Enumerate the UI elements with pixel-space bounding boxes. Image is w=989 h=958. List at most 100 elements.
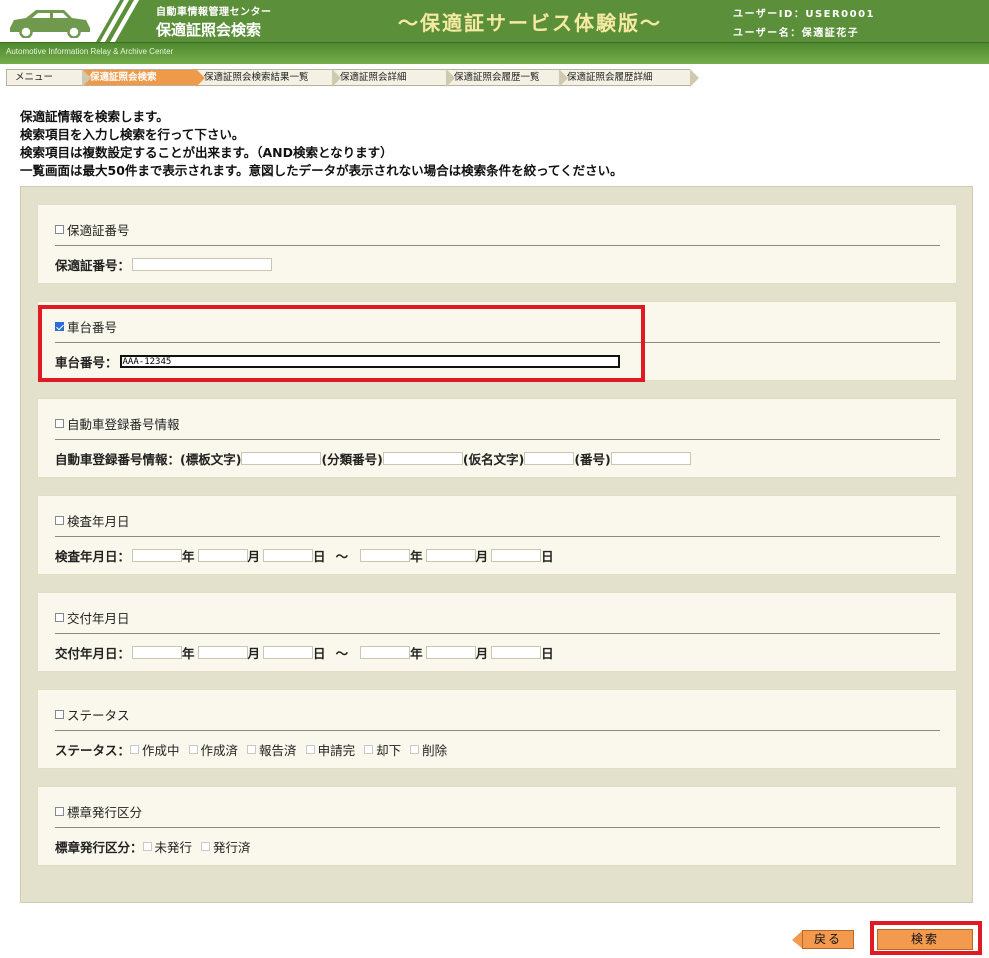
month-unit: 月 [475,549,489,564]
status-option[interactable]: 却下 [364,740,401,759]
status-option-label: 報告済 [259,743,297,758]
intro-line: 保適証情報を検索します。 [20,109,169,124]
section-header: 検査年月日 [55,511,130,530]
cert-no-label: 保適証番号： [55,258,131,273]
section-row: ステータス： 作成中 作成済 報告済 申請完 却下 削除 [55,740,456,759]
status-option-checkbox[interactable] [305,745,315,754]
section-header: ステータス [55,705,130,724]
registration-checkbox[interactable] [55,419,64,428]
section-title: 交付年月日 [67,611,130,626]
inspection-from-month-input[interactable] [197,549,248,562]
range-tilde: ～ [335,549,349,564]
status-option[interactable]: 作成済 [188,740,239,759]
kana-chars-input[interactable] [524,452,575,465]
issue-from-day-input[interactable] [263,646,314,659]
badge-option-checkbox[interactable] [201,842,211,851]
cert-no-input[interactable] [132,258,273,271]
status-option[interactable]: 報告済 [247,740,297,759]
inspection-date-label: 検査年月日： [55,549,131,564]
issue-date-checkbox[interactable] [55,613,64,622]
section-cert-no: 保適証番号 保適証番号： [37,204,957,284]
badge-option-checkbox[interactable] [142,842,152,851]
year-unit: 年 [410,549,423,564]
status-option[interactable]: 作成中 [130,740,180,759]
number-input[interactable] [610,452,691,465]
status-option-label: 作成済 [200,743,239,758]
breadcrumb-history-detail[interactable]: 保適証照会履歴詳細 [559,69,699,87]
intro-line: 検索項目を入力し検索を行って下さい。 [20,127,245,142]
month-unit: 月 [247,646,261,661]
breadcrumb-search[interactable]: 保適証照会検索 [82,69,205,87]
status-option[interactable]: 削除 [410,740,447,759]
section-title: 標章発行区分 [67,805,143,820]
status-option-checkbox[interactable] [364,745,374,754]
day-unit: 日 [313,646,326,661]
status-label: ステータス： [55,743,131,758]
search-button[interactable]: 検索 [877,929,973,950]
breadcrumb-menu[interactable]: メニュー [6,69,91,87]
section-row: 検査年月日： 年 月 日 ～ 年 月 日 [55,546,554,565]
section-title: ステータス [67,708,130,723]
issue-from-month-input[interactable] [197,646,248,659]
back-button-label: 戻る [802,930,854,949]
section-divider [55,827,940,828]
inspection-from-day-input[interactable] [263,549,314,562]
badge-option-label: 未発行 [154,840,193,855]
year-unit: 年 [182,646,195,661]
inspection-to-day-input[interactable] [491,549,542,562]
section-title: 保適証番号 [67,223,130,238]
breadcrumb-results[interactable]: 保適証照会検索結果一覧 [196,69,341,87]
section-divider [55,633,940,634]
badge-option-label: 発行済 [213,840,251,855]
status-option-checkbox[interactable] [130,745,140,754]
status-checkbox[interactable] [55,710,64,719]
status-option-label: 作成中 [142,743,180,758]
badge-option[interactable]: 発行済 [201,837,251,856]
status-option-checkbox[interactable] [410,745,420,754]
plate-chars-input[interactable] [241,452,322,465]
user-name-label: ユーザー名：保適証花子 [733,28,860,39]
section-inspection-date: 検査年月日 検査年月日： 年 月 日 ～ 年 月 日 [37,495,957,575]
plate-chars-label: (標板文字) [180,452,242,467]
inspection-from-year-input[interactable] [132,549,183,562]
badge-option[interactable]: 未発行 [142,837,193,856]
status-option[interactable]: 申請完 [305,740,355,759]
breadcrumb-detail[interactable]: 保適証照会詳細 [332,69,455,87]
month-unit: 月 [475,646,489,661]
section-row: 交付年月日： 年 月 日 ～ 年 月 日 [55,643,554,662]
badge-checkbox[interactable] [55,807,64,816]
inspection-to-year-input[interactable] [360,549,411,562]
day-unit: 日 [541,549,554,564]
status-option-checkbox[interactable] [247,745,257,754]
issue-from-year-input[interactable] [132,646,183,659]
header-subbar: Automotive Information Relay & Archive C… [0,42,989,64]
issue-to-year-input[interactable] [360,646,411,659]
section-issue-date: 交付年月日 交付年月日： 年 月 日 ～ 年 月 日 [37,592,957,672]
status-option-checkbox[interactable] [188,745,198,754]
issue-to-month-input[interactable] [425,646,476,659]
status-option-label: 削除 [422,743,448,758]
class-no-label: (分類番号) [321,452,383,467]
inspection-to-month-input[interactable] [425,549,476,562]
status-option-label: 却下 [376,743,402,758]
badge-label: 標章発行区分： [55,840,143,855]
section-header: 標章発行区分 [55,802,142,821]
day-unit: 日 [541,646,554,661]
issue-to-day-input[interactable] [491,646,542,659]
section-badge: 標章発行区分 標章発行区分： 未発行 発行済 [37,786,957,866]
service-title: ～保適証サービス体験版～ [398,11,662,35]
section-header: 保適証番号 [55,220,130,239]
kana-chars-label: (仮名文字) [462,452,525,467]
section-header: 交付年月日 [55,608,130,627]
number-label: (番号) [574,452,611,467]
class-no-input[interactable] [382,452,463,465]
app-header: 自動車情報管理センター 保適証照会検索 ～保適証サービス体験版～ ユーザーID：… [0,0,989,42]
section-divider [55,536,940,537]
breadcrumb-history-list[interactable]: 保適証照会履歴一覧 [446,69,568,87]
section-row: 自動車登録番号情報： (標板文字) (分類番号) (仮名文字) (番号) [55,449,691,468]
search-panel: 保適証番号 保適証番号： 車台番号 車台番号： AAA-12345 自動車登録番… [20,186,973,903]
inspection-date-checkbox[interactable] [55,516,64,525]
back-button[interactable]: 戻る [792,930,854,949]
cert-no-checkbox[interactable] [55,225,64,234]
user-id-label: ユーザーID：USER0001 [733,9,876,20]
